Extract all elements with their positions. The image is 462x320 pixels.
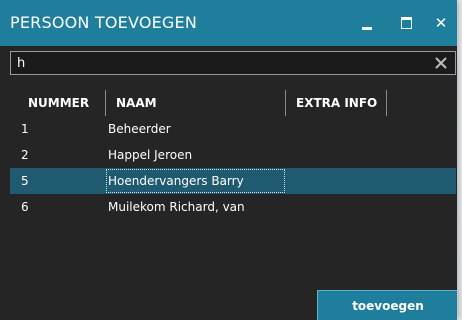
clear-icon: [435, 57, 447, 69]
maximize-button[interactable]: [393, 10, 419, 36]
cell-naam: Muilekom Richard, van: [108, 200, 245, 214]
close-icon: ✕: [434, 13, 448, 32]
table-row[interactable]: 2 Happel Jeroen: [10, 142, 456, 168]
search-input[interactable]: [11, 52, 427, 74]
column-header-extra-info[interactable]: EXTRA INFO: [286, 90, 387, 116]
close-button[interactable]: ✕: [428, 10, 454, 36]
cell-nummer: 5: [21, 174, 29, 188]
clear-search-button[interactable]: [431, 53, 451, 73]
cell-nummer: 2: [21, 148, 29, 162]
table-row[interactable]: 6 Muilekom Richard, van: [10, 194, 456, 220]
table-body: 1 Beheerder 2 Happel Jeroen 5 Hoendervan…: [10, 116, 456, 220]
column-header-naam[interactable]: NAAM: [106, 90, 286, 116]
persons-table: NUMMER NAAM EXTRA INFO 1 Beheerder 2 Hap…: [10, 90, 456, 220]
table-row-selected[interactable]: 5 Hoendervangers Barry: [10, 168, 456, 194]
cell-nummer: 1: [21, 122, 29, 136]
table-row[interactable]: 1 Beheerder: [10, 116, 456, 142]
add-person-dialog: PERSOON TOEVOEGEN ✕ NUMMER NAAM EXTRA IN…: [0, 0, 457, 320]
maximize-icon: [400, 17, 412, 29]
minimize-button[interactable]: [354, 10, 380, 36]
cell-naam: Happel Jeroen: [108, 148, 193, 162]
cell-naam: Hoendervangers Barry: [108, 174, 244, 188]
add-button[interactable]: toevoegen: [317, 290, 457, 320]
minimize-icon: [362, 26, 372, 30]
cell-naam: Beheerder: [108, 122, 171, 136]
search-box[interactable]: [10, 51, 456, 75]
dialog-title: PERSOON TOEVOEGEN: [10, 13, 197, 32]
table-header: NUMMER NAAM EXTRA INFO: [10, 90, 456, 116]
column-header-nummer[interactable]: NUMMER: [10, 90, 106, 116]
title-bar[interactable]: PERSOON TOEVOEGEN ✕: [0, 0, 457, 46]
cell-nummer: 6: [21, 200, 29, 214]
